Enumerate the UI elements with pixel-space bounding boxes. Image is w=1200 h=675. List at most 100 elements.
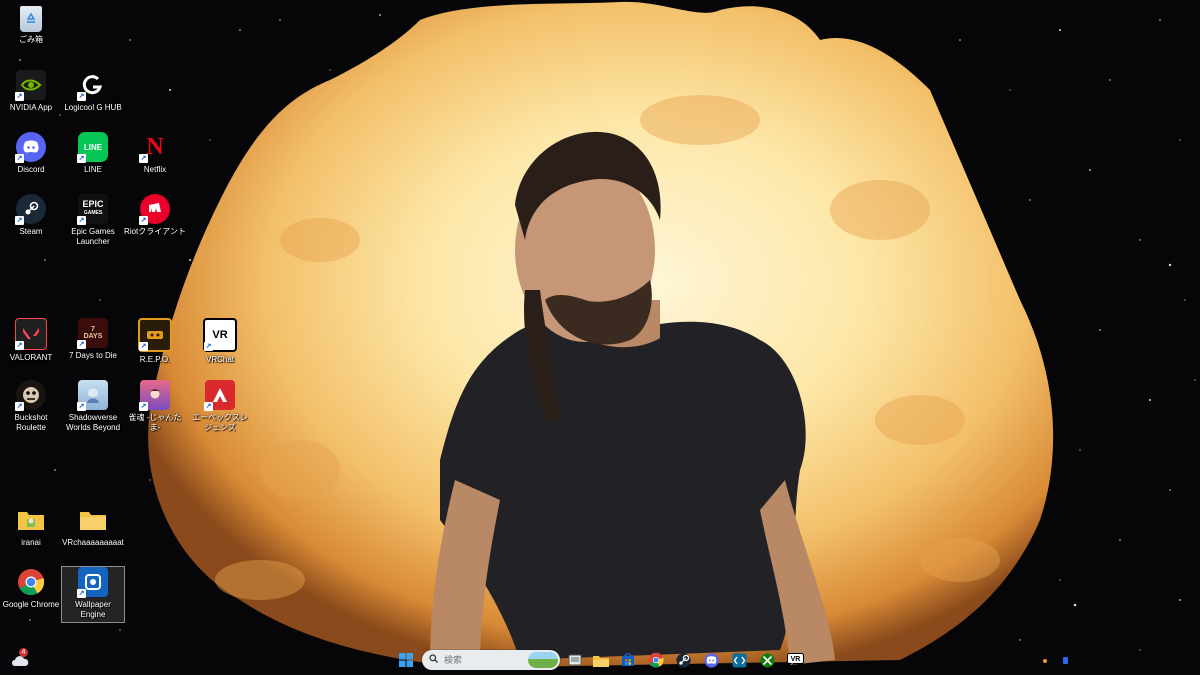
desktop-icon-buckshot[interactable]: ↗ Buckshot Roulette (0, 380, 62, 433)
desktop-icon-valorant[interactable]: ↗ VALORANT (0, 318, 62, 363)
desktop-icon-label: VRChat (205, 355, 234, 364)
epic-games-icon: EPIC GAMES ↗ (77, 194, 108, 225)
jantama-icon: ↗ (139, 380, 170, 411)
shortcut-arrow-icon: ↗ (77, 154, 86, 163)
wallpaper-engine-icon: ↗ (77, 567, 108, 598)
taskbar-task-view[interactable] (566, 651, 584, 669)
file-explorer-icon (593, 655, 609, 667)
taskbar-search[interactable] (422, 650, 560, 670)
taskbar-file-explorer[interactable] (592, 651, 610, 669)
desktop-icon-label: 7 Days to Die (68, 351, 118, 360)
search-input[interactable] (444, 653, 524, 667)
shortcut-arrow-icon: ↗ (15, 341, 24, 350)
buckshot-roulette-icon: ↗ (15, 380, 46, 411)
desktop-icon-label: エーペックスレジェンズ (192, 413, 248, 432)
desktop-icon-line[interactable]: LINE ↗ LINE (62, 132, 124, 175)
desktop-icon-label: VALORANT (9, 353, 53, 362)
desktop-icon-label: Logicool G HUB (64, 103, 122, 112)
taskbar-xbox[interactable] (758, 651, 776, 669)
windows-start-icon (399, 653, 413, 667)
shortcut-arrow-icon: ↗ (204, 402, 213, 411)
desktop-icon-vrchat-folder[interactable]: VRchaaaaaaaaat (62, 505, 124, 548)
desktop-icon-label: ごみ箱 (19, 35, 43, 44)
desktop-icon-chrome[interactable]: Google Chrome (0, 567, 62, 610)
desktop-icon-label: VRchaaaaaaaaat (62, 538, 124, 547)
7-days-to-die-icon: 7 DAYS ↗ (77, 318, 108, 349)
shortcut-arrow-icon: ↗ (77, 340, 86, 349)
shortcut-arrow-icon: ↗ (139, 402, 148, 411)
desktop-icon-netflix[interactable]: N ↗ Netflix (124, 132, 186, 175)
desktop-icon-riot[interactable]: ↗ Riotクライアント (124, 194, 186, 237)
shortcut-arrow-icon: ↗ (15, 402, 24, 411)
desktop-icon-wallpaper-engine[interactable]: ↗ Wallpaper Engine (61, 566, 125, 623)
shortcut-arrow-icon: ↗ (15, 154, 24, 163)
desktop-icon-label: Netflix (143, 165, 167, 174)
valorant-icon: ↗ (15, 318, 47, 350)
taskbar-chrome[interactable] (647, 651, 665, 669)
desktop-icon-repo[interactable]: ↗ R.E.P.O. (124, 318, 186, 365)
desktop-icon-epic[interactable]: EPIC GAMES ↗ Epic Games Launcher (62, 194, 124, 247)
tray-app-icon[interactable] (1063, 657, 1068, 664)
logicool-g-icon: ↗ (77, 70, 108, 101)
desktop-icon-steam[interactable]: ↗ Steam (0, 194, 62, 237)
desktop-icon-label: NVIDIA App (9, 103, 53, 112)
desktop-icon-logicool[interactable]: ↗ Logicool G HUB (62, 70, 124, 113)
desktop-icon-label: iranai (21, 538, 41, 547)
store-icon (622, 653, 634, 666)
notification-badge: 4 (19, 648, 28, 657)
nvidia-icon: ↗ (15, 70, 46, 101)
desktop-icon-recycle-bin[interactable]: ごみ箱 (0, 6, 62, 45)
taskbar-code[interactable] (730, 651, 748, 669)
desktop-icon-label: Epic Games Launcher (71, 227, 115, 246)
desktop-icon-label: LINE (84, 165, 102, 174)
shortcut-arrow-icon: ↗ (77, 589, 86, 598)
desktop-icon-vrchat[interactable]: VR ↗ VRChat (189, 318, 251, 365)
taskbar-store[interactable] (619, 651, 637, 669)
desktop-icon-label: Buckshot Roulette (14, 413, 48, 432)
search-icon (429, 654, 438, 663)
desktop-icon-7days[interactable]: 7 DAYS ↗ 7 Days to Die (62, 318, 124, 361)
desktop-icon-label: Riotクライアント (124, 227, 186, 236)
start-button[interactable] (397, 651, 415, 669)
desktop-icon-apex[interactable]: ↗ エーペックスレジェンズ (189, 380, 251, 433)
desktop-icon-label: Discord (17, 165, 45, 174)
shortcut-arrow-icon: ↗ (204, 342, 213, 351)
desktop-icon-label: 雀魂 -じゃんたま- (128, 413, 182, 432)
taskbar-vrchat[interactable]: VR (786, 651, 804, 669)
shortcut-arrow-icon: ↗ (15, 216, 24, 225)
desktop-icon-label: Wallpaper Engine (75, 600, 111, 619)
desktop-icon-label: Shadowverse Worlds Beyond (65, 413, 121, 432)
chrome-icon (648, 652, 664, 668)
taskbar-discord[interactable] (702, 651, 720, 669)
riot-icon: ↗ (139, 194, 170, 225)
svg-text:VR: VR (790, 656, 800, 663)
desktop-icon-shadowverse[interactable]: ↗ Shadowverse Worlds Beyond (62, 380, 124, 433)
xbox-icon (760, 653, 774, 667)
code-icon (732, 653, 746, 667)
shortcut-arrow-icon: ↗ (15, 92, 24, 101)
shortcut-arrow-icon: ↗ (77, 216, 86, 225)
steam-icon: ↗ (15, 194, 46, 225)
steam-icon (675, 652, 691, 668)
vrchat-icon: VR ↗ (203, 318, 237, 352)
folder-icon (16, 505, 46, 535)
taskbar-steam[interactable] (674, 651, 692, 669)
desktop-icon-nvidia[interactable]: ↗ NVIDIA App (0, 70, 62, 113)
shortcut-arrow-icon: ↗ (139, 154, 148, 163)
recycle-bin-icon (20, 6, 42, 32)
task-view-icon (568, 654, 582, 666)
shortcut-arrow-icon: ↗ (77, 92, 86, 101)
vrchat-icon: VR (786, 653, 804, 667)
shortcut-arrow-icon: ↗ (139, 342, 148, 351)
repo-icon: ↗ (138, 318, 172, 352)
desktop-icon-jantama[interactable]: ↗ 雀魂 -じゃんたま- (124, 380, 186, 433)
desktop-icon-discord[interactable]: ↗ Discord (0, 132, 62, 175)
shortcut-arrow-icon: ↗ (77, 402, 86, 411)
desktop-icon-iranai[interactable]: iranai (0, 505, 62, 548)
discord-icon: ↗ (15, 132, 46, 163)
desktop-icon-label: Google Chrome (2, 600, 60, 609)
discord-icon (703, 652, 719, 668)
tray-indicator-icon (1043, 659, 1047, 663)
shadowverse-icon: ↗ (77, 380, 108, 411)
folder-icon (78, 505, 108, 535)
